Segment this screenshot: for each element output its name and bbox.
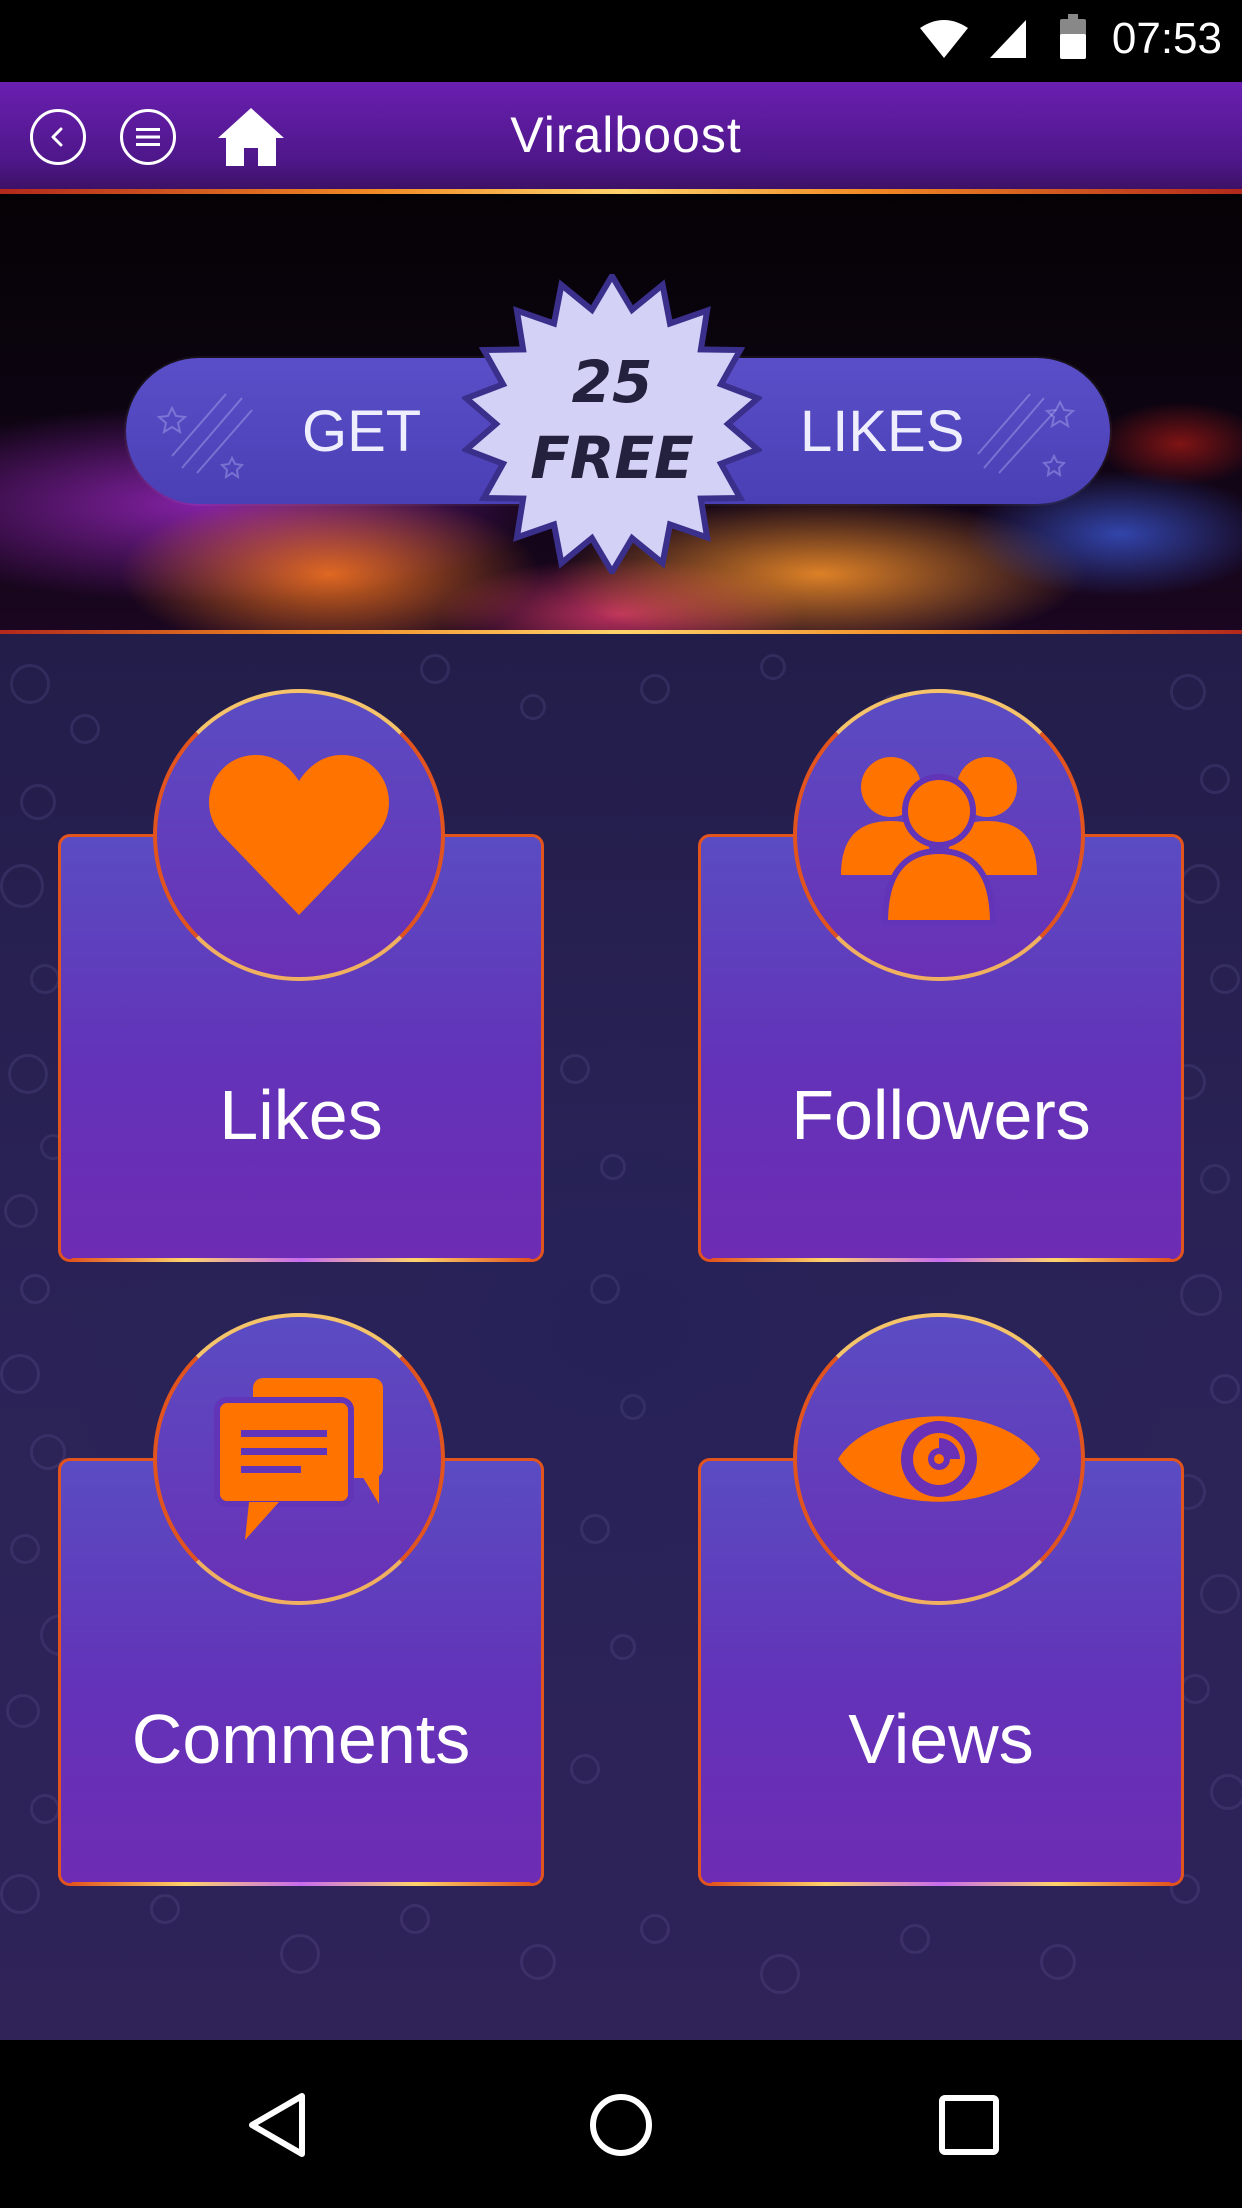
background-bubble bbox=[0, 1874, 40, 1914]
views-icon-circle[interactable] bbox=[793, 1313, 1085, 1605]
promo-get-text: GET bbox=[302, 399, 422, 464]
background-bubble bbox=[520, 694, 546, 720]
sparkle-decoration-icon bbox=[156, 393, 253, 480]
followers-icon-circle[interactable] bbox=[793, 689, 1085, 981]
background-bubble bbox=[30, 964, 60, 994]
back-triangle-icon[interactable] bbox=[244, 2090, 314, 2160]
comments-card-label: Comments bbox=[131, 1700, 471, 1778]
background-bubble bbox=[1180, 1274, 1222, 1316]
background-bubble bbox=[640, 1914, 670, 1944]
background-bubble bbox=[900, 1924, 930, 1954]
background-bubble bbox=[610, 1634, 636, 1660]
views-card-label: Views bbox=[848, 1700, 1034, 1778]
background-bubble bbox=[1040, 1944, 1076, 1980]
background-bubble bbox=[1200, 1574, 1240, 1614]
recents-square-icon[interactable] bbox=[934, 2090, 1004, 2160]
background-bubble bbox=[150, 1894, 180, 1924]
cell-signal-icon bbox=[990, 20, 1026, 58]
background-bubble bbox=[400, 1904, 430, 1934]
background-bubble bbox=[520, 1944, 556, 1980]
promo-banner[interactable]: GET LIKES 25 FREE bbox=[0, 194, 1242, 634]
app-bar: Viralboost bbox=[0, 82, 1242, 194]
clock: 07:53 bbox=[1111, 14, 1222, 63]
background-bubble bbox=[760, 1954, 800, 1994]
background-bubble bbox=[1210, 1374, 1240, 1404]
badge-number: 25 bbox=[571, 348, 653, 416]
background-bubble bbox=[20, 784, 56, 820]
wifi-icon bbox=[920, 20, 968, 58]
background-bubble bbox=[560, 1054, 590, 1084]
followers-card-label: Followers bbox=[791, 1076, 1091, 1154]
background-bubble bbox=[760, 654, 786, 680]
badge-free-text: FREE bbox=[530, 424, 694, 492]
background-bubble bbox=[1200, 764, 1230, 794]
promo-likes-text: LIKES bbox=[800, 399, 965, 464]
battery-icon bbox=[1060, 14, 1086, 59]
page-title: Viralboost bbox=[510, 107, 742, 163]
background-bubble bbox=[6, 1694, 40, 1728]
sparkle-decoration-icon bbox=[977, 393, 1076, 478]
background-bubble bbox=[0, 864, 44, 908]
free-likes-badge[interactable]: 25 FREE bbox=[460, 270, 764, 578]
background-bubble bbox=[620, 1394, 646, 1420]
system-nav-bar bbox=[0, 2040, 1242, 2208]
background-bubble bbox=[1180, 1674, 1210, 1704]
heart-icon bbox=[209, 755, 389, 915]
background-bubble bbox=[420, 654, 450, 684]
background-bubble bbox=[280, 1934, 320, 1974]
eye-icon bbox=[838, 1416, 1040, 1502]
background-bubble bbox=[580, 1514, 610, 1544]
background-bubble bbox=[20, 1274, 50, 1304]
status-bar: 07:53 bbox=[0, 0, 1242, 82]
background-bubble bbox=[4, 1194, 38, 1228]
home-circle-icon[interactable] bbox=[586, 2090, 656, 2160]
background-bubble bbox=[640, 674, 670, 704]
background-bubble bbox=[0, 1354, 40, 1394]
main-content: Likes Followers Comments Views bbox=[0, 634, 1242, 2040]
background-bubble bbox=[600, 1154, 626, 1180]
screen: 07:53 Viralboost GET LIKES 25 FREE Likes… bbox=[0, 0, 1242, 2208]
background-bubble bbox=[1210, 1774, 1242, 1810]
background-bubble bbox=[8, 1054, 48, 1094]
background-bubble bbox=[1170, 674, 1206, 710]
likes-icon-circle[interactable] bbox=[153, 689, 445, 981]
background-bubble bbox=[30, 1794, 60, 1824]
background-bubble bbox=[590, 1274, 620, 1304]
background-bubble bbox=[70, 714, 100, 744]
background-bubble bbox=[10, 664, 50, 704]
chat-icon bbox=[214, 1378, 383, 1540]
background-bubble bbox=[1180, 864, 1220, 904]
background-bubble bbox=[10, 1534, 40, 1564]
background-bubble bbox=[1200, 1164, 1230, 1194]
background-bubble bbox=[570, 1754, 600, 1784]
likes-card-label: Likes bbox=[219, 1076, 383, 1154]
users-icon bbox=[841, 757, 1037, 925]
comments-icon-circle[interactable] bbox=[153, 1313, 445, 1605]
background-bubble bbox=[1210, 964, 1240, 994]
